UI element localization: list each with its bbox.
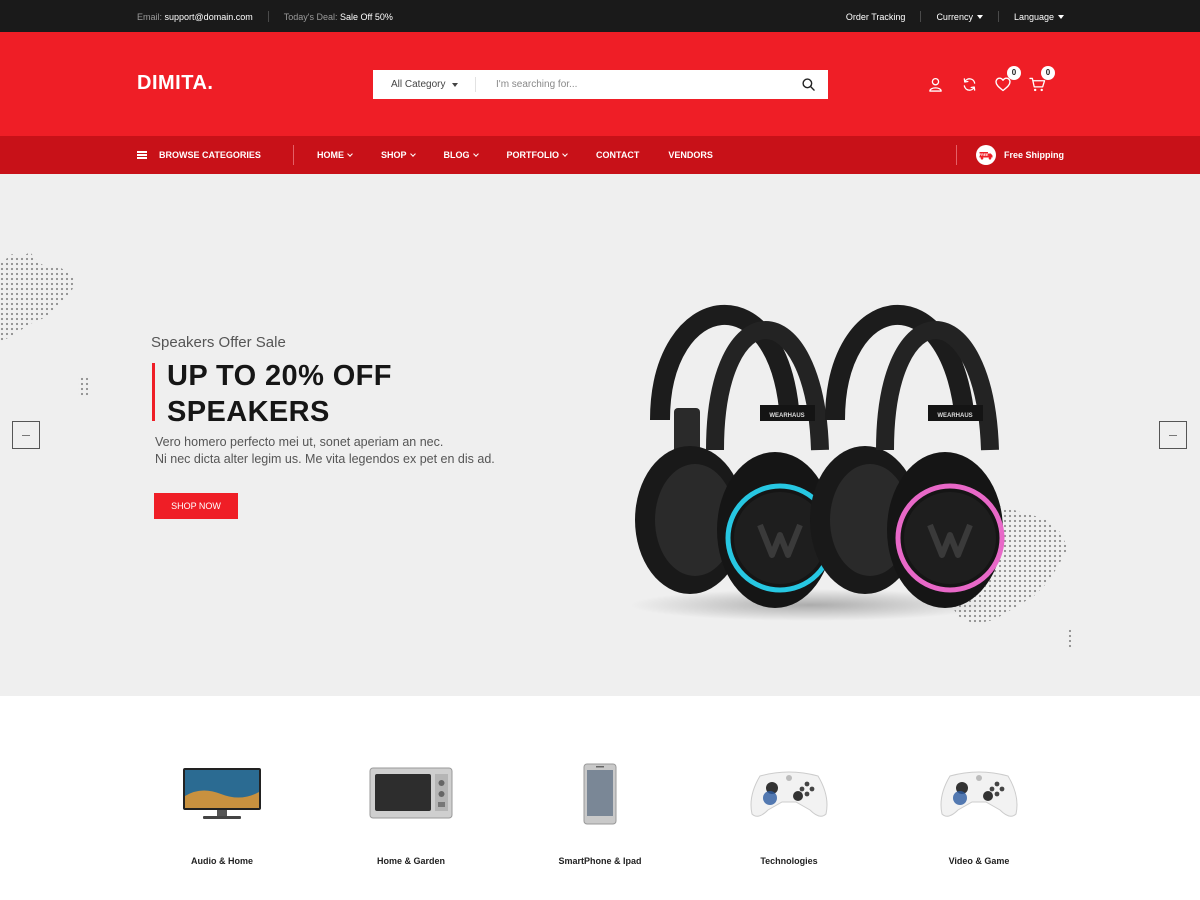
dotted-map-decoration [0,252,90,396]
category-label: SmartPhone & Ipad [558,856,642,866]
nav-item-blog[interactable]: BLOG [443,150,479,160]
account-button[interactable] [926,75,944,93]
divider [293,145,294,165]
cart-icon [1028,77,1045,91]
browse-categories-label: BROWSE CATEGORIES [159,150,261,160]
currency-dropdown[interactable]: Currency [936,12,983,22]
next-slide-button[interactable] [1159,421,1187,449]
brand-label-text: WEARHAUS [769,413,804,419]
nav-item-label: HOME [317,150,344,160]
prev-slide-button[interactable] [12,421,40,449]
game-controller-image [904,756,1054,832]
nav-item-label: VENDORS [668,150,713,160]
top-bar: Email: support@domain.com Today's Deal: … [0,0,1200,32]
main-nav: BROWSE CATEGORIES HOME SHOP BLOG PORTFOL… [0,136,1200,174]
game-controller-image [714,756,864,832]
category-item[interactable]: Home & Garden [336,756,486,866]
category-item[interactable]: Video & Game [904,756,1054,866]
hero-headline-line2: SPEAKERS [167,396,330,428]
nav-item-home[interactable]: HOME [317,150,353,160]
accent-bar [152,363,155,421]
divider [956,145,957,165]
email-value[interactable]: support@domain.com [165,12,253,22]
browse-categories-button[interactable]: BROWSE CATEGORIES [137,150,261,160]
hero-slider: Speakers Offer Sale UP TO 20% OFF SPEAKE… [0,174,1200,696]
header-actions: 0 0 [926,66,1062,93]
arrow-left-icon [22,434,30,436]
wishlist-button[interactable]: 0 [994,66,1021,93]
category-select[interactable]: All Category [373,77,476,92]
category-label: Video & Game [948,856,1010,866]
order-tracking-link[interactable]: Order Tracking [846,12,906,22]
category-item[interactable]: SmartPhone & Ipad [525,756,675,866]
hero-description: Vero homero perfecto mei ut, sonet aperi… [155,434,495,468]
main-header: DIMITA. All Category I'm searching for..… [0,32,1200,136]
caret-down-icon [1058,15,1064,20]
brand-label-text: WEARHAUS [937,413,972,419]
nav-item-label: BLOG [443,150,470,160]
compare-button[interactable] [960,75,978,93]
category-label: Technologies [760,856,818,866]
search-icon [801,78,815,91]
smartphone-image [525,756,675,832]
headphones-image: WEARHAUS WEARHAUS [630,304,1005,621]
language-dropdown[interactable]: Language [1014,12,1064,22]
heart-icon [995,77,1011,91]
hero-description-line2: Ni nec dicta alter legim us. Me vita leg… [155,452,495,466]
category-select-label: All Category [391,79,446,90]
category-item[interactable]: Technologies [714,756,864,866]
cart-count-badge: 0 [1041,66,1055,80]
currency-label: Currency [936,11,973,22]
free-shipping-label: Free Shipping [1004,150,1065,160]
nav-item-vendors[interactable]: VENDORS [668,150,713,160]
nav-item-contact[interactable]: CONTACT [596,150,639,160]
category-strip: Audio & Home Home & Garden SmartPhone & … [0,696,1200,900]
nav-item-shop[interactable]: SHOP [381,150,416,160]
hero-subtitle: Speakers Offer Sale [151,334,286,351]
nav-menu: HOME SHOP BLOG PORTFOLIO CONTACT VENDORS [317,150,742,160]
arrow-right-icon [1169,434,1177,436]
deal-label: Today's Deal: [283,11,338,22]
user-icon [928,77,942,92]
shop-now-button[interactable]: SHOP NOW [154,493,238,519]
menu-icon [137,151,147,159]
chevron-down-icon [347,150,353,157]
divider [920,11,922,22]
search-button[interactable] [788,70,828,99]
nav-item-portfolio[interactable]: PORTFOLIO [507,150,568,160]
free-shipping-link[interactable]: FREE Free Shipping [976,145,1064,165]
category-label: Audio & Home [191,856,253,866]
refresh-icon [963,77,975,91]
caret-down-icon [976,15,983,20]
hero-headline: UP TO 20% OFF SPEAKERS [167,358,392,430]
caret-down-icon [452,82,459,87]
free-badge-text: FREE [979,153,989,157]
nav-item-label: PORTFOLIO [506,150,560,160]
cart-button[interactable]: 0 [1028,66,1055,93]
nav-item-label: SHOP [381,150,407,160]
divider [267,11,269,22]
divider [997,11,999,22]
hero-headline-line1: UP TO 20% OFF [167,360,392,392]
chevron-down-icon [562,150,568,157]
wishlist-count-badge: 0 [1007,66,1021,80]
site-logo[interactable]: DIMITA. [137,72,213,95]
microwave-image [336,756,486,832]
tv-image [147,756,297,832]
category-label: Home & Garden [376,856,445,866]
search-bar: All Category [373,70,828,99]
free-shipping-icon: FREE [976,145,996,165]
chevron-down-icon [409,150,416,157]
category-item[interactable]: Audio & Home [147,756,297,866]
hero-description-line1: Vero homero perfecto mei ut, sonet aperi… [155,435,444,449]
deal-value: Sale Off 50% [339,11,393,22]
email-label: Email: [137,11,163,22]
search-input[interactable] [476,70,788,99]
nav-item-label: CONTACT [596,150,640,160]
language-label: Language [1013,11,1054,22]
chevron-down-icon [472,150,479,157]
